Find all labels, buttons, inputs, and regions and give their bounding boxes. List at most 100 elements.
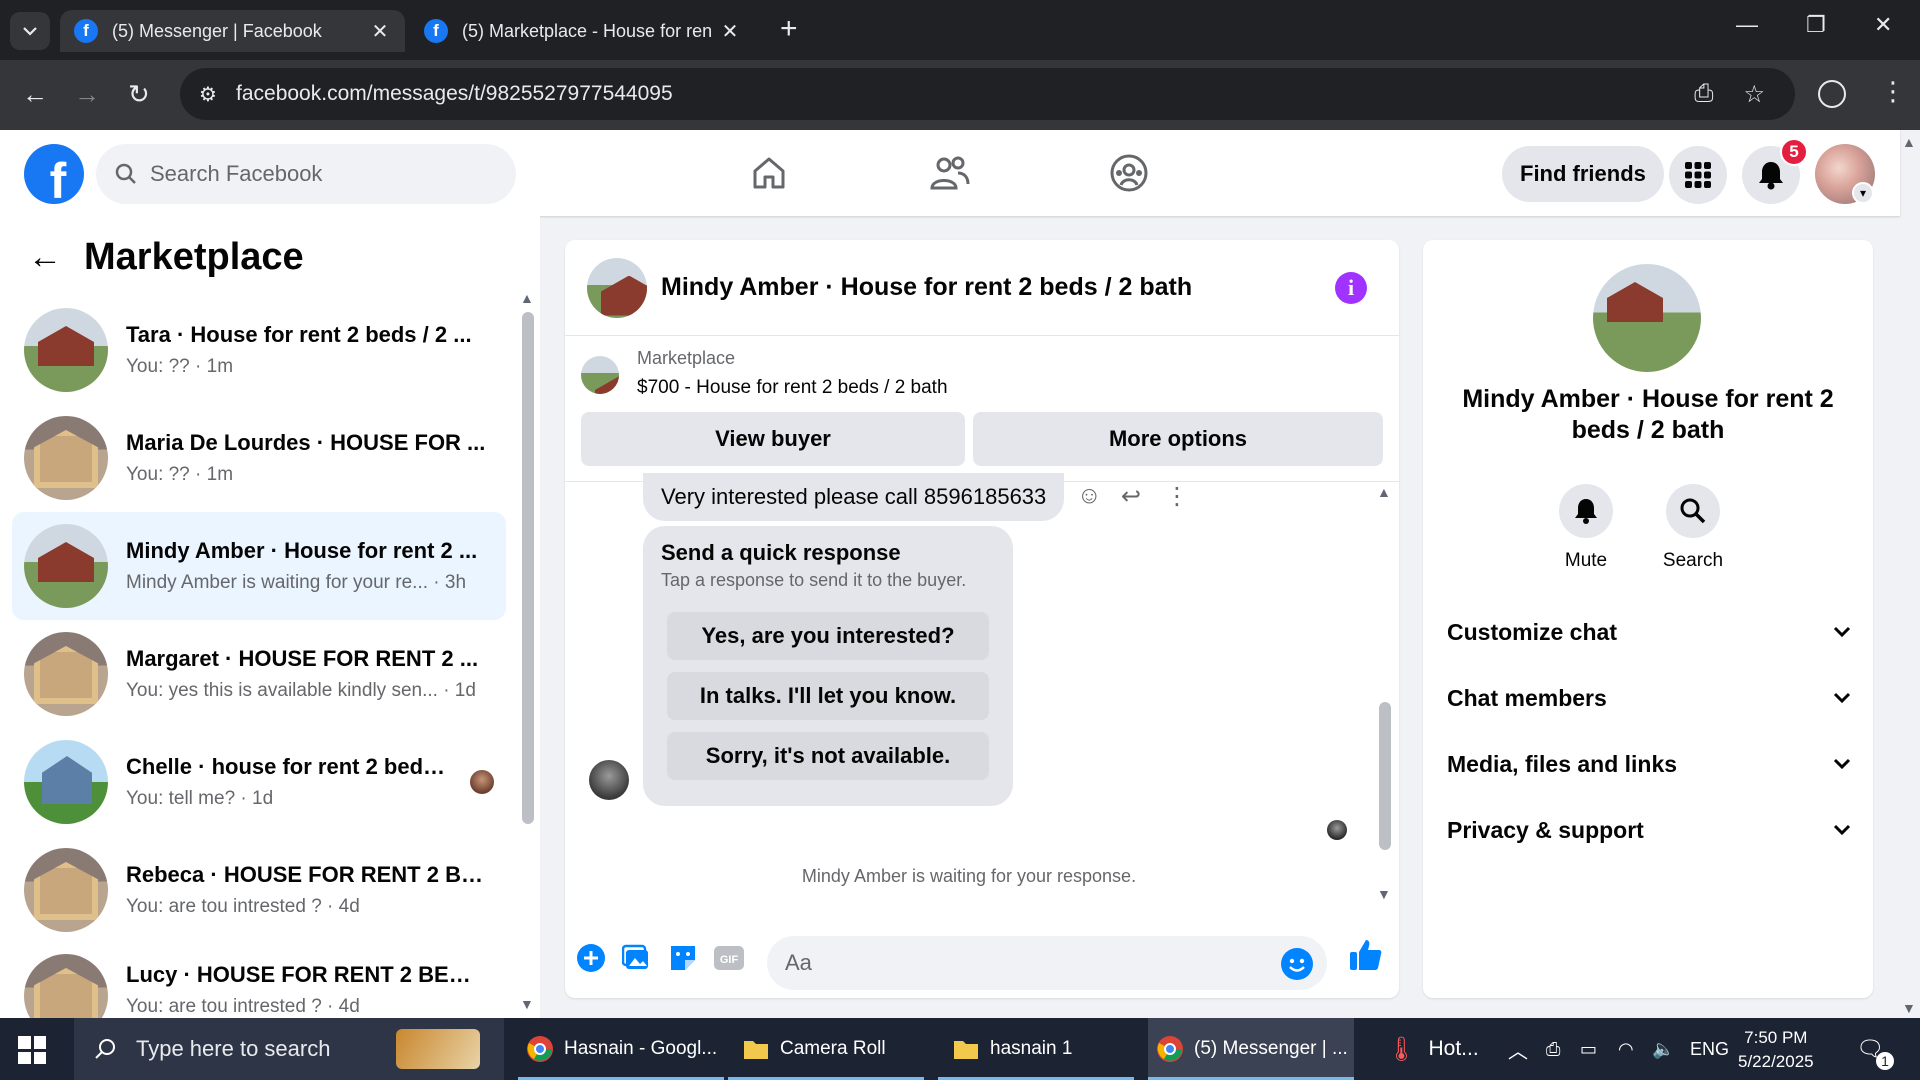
url-text[interactable]: facebook.com/messages/t/9825527977544095 — [236, 82, 1694, 106]
taskbar-camera-roll[interactable]: Camera Roll — [728, 1018, 924, 1080]
site-info-icon[interactable]: ⚙ — [180, 82, 236, 107]
view-buyer-button[interactable]: View buyer — [581, 412, 965, 466]
conversation-preview: You: are tou intrested ? · 4d — [126, 996, 360, 1017]
browser-tab-messenger[interactable]: f (5) Messenger | Facebook ✕ — [60, 10, 405, 52]
friends-nav-icon[interactable] — [924, 150, 974, 196]
browser-tab-marketplace[interactable]: f (5) Marketplace - House for ren ✕ — [410, 10, 755, 52]
conversation-item[interactable]: Rebeca · HOUSE FOR RENT 2 BE... You: are … — [12, 836, 506, 944]
conversation-item-selected[interactable]: Mindy Amber · House for rent 2 ... Mindy … — [12, 512, 506, 620]
windows-start-icon[interactable] — [18, 1036, 46, 1064]
photo-icon — [622, 944, 648, 969]
mute-action[interactable]: Mute — [1536, 484, 1636, 572]
scroll-up-arrow-icon[interactable]: ▲ — [520, 290, 534, 306]
account-chevron-icon[interactable]: ▾ — [1852, 182, 1874, 204]
taskbar-search-input[interactable] — [136, 1036, 396, 1062]
back-arrow-icon[interactable]: ← — [28, 238, 62, 277]
taskbar-hasnain-1-folder[interactable]: hasnain 1 — [938, 1018, 1134, 1080]
forward-icon[interactable]: → — [74, 80, 100, 108]
bookmark-star-icon[interactable]: ☆ — [1743, 80, 1765, 109]
menu-button[interactable] — [1669, 146, 1727, 204]
chat-members-section[interactable]: Chat members — [1447, 678, 1851, 718]
conversation-item[interactable]: Chelle · house for rent 2 beds ... You: t… — [12, 728, 506, 836]
attach-photo-button[interactable] — [621, 942, 653, 974]
search-input[interactable] — [150, 161, 450, 187]
tray-overflow-icon[interactable]: ︿ — [1508, 1018, 1528, 1080]
page-scroll-down-icon[interactable]: ▼ — [1902, 1000, 1916, 1016]
taskbar-chrome-messenger[interactable]: (5) Messenger | ... — [1148, 1018, 1354, 1080]
weather-widget[interactable]: 🌡 Hot... — [1386, 1018, 1479, 1080]
conversation-scrollbar[interactable] — [522, 312, 534, 824]
emoji-icon[interactable] — [1281, 948, 1313, 980]
minimize-icon[interactable]: — — [1736, 12, 1758, 38]
taskbar-chrome-hasnain[interactable]: Hasnain - Googl... — [518, 1018, 724, 1080]
thermometer-icon: 🌡 — [1386, 1035, 1417, 1063]
language-indicator[interactable]: ENG — [1690, 1018, 1729, 1080]
close-tab-icon[interactable]: ✕ — [369, 19, 391, 44]
sender-avatar[interactable] — [589, 760, 629, 800]
waiting-status: Mindy Amber is waiting for your response… — [801, 866, 1137, 886]
conversation-item[interactable]: Margaret · HOUSE FOR RENT 2 ... You: yes … — [12, 620, 506, 728]
facebook-logo[interactable]: f — [24, 144, 84, 204]
message-input-field[interactable] — [767, 936, 1327, 990]
scroll-down-arrow-icon[interactable]: ▼ — [520, 996, 534, 1012]
more-actions-icon[interactable]: ⋮ — [1165, 482, 1189, 511]
reload-icon[interactable]: ↻ — [128, 80, 150, 108]
taskbar-search[interactable] — [74, 1018, 504, 1080]
listing-avatar[interactable] — [1593, 264, 1701, 372]
gif-button[interactable]: GIF — [713, 942, 745, 974]
tab-search-button[interactable] — [10, 12, 50, 50]
meet-now-icon[interactable]: ⎙ — [1546, 1018, 1560, 1080]
page-scroll-up-icon[interactable]: ▲ — [1902, 134, 1916, 150]
address-bar[interactable]: ⚙ facebook.com/messages/t/98255279775440… — [180, 68, 1795, 120]
conversation-preview: You: ?? · 1m — [126, 356, 234, 377]
browser-menu-icon[interactable]: ⋮ — [1880, 76, 1906, 107]
quick-response-yes[interactable]: Yes, are you interested? — [667, 612, 989, 660]
windows-taskbar: Hasnain - Googl... Camera Roll hasnain 1… — [0, 1018, 1920, 1080]
conversation-item[interactable]: Lucy · HOUSE FOR RENT 2 BEDS... You: are … — [12, 944, 506, 1038]
reply-icon[interactable]: ↩ — [1121, 482, 1141, 511]
chat-title[interactable]: Mindy Amber · House for rent 2 beds / 2 … — [661, 273, 1192, 302]
battery-icon[interactable]: ▭ — [1580, 1018, 1597, 1080]
back-icon[interactable]: ← — [22, 80, 48, 108]
customize-chat-section[interactable]: Customize chat — [1447, 612, 1851, 652]
facebook-search[interactable] — [96, 144, 516, 204]
quick-response-not-available[interactable]: Sorry, it's not available. — [667, 732, 989, 780]
more-options-button[interactable]: More options — [973, 412, 1383, 466]
incoming-message[interactable]: Very interested please call 8596185633 — [643, 473, 1065, 521]
restore-icon[interactable]: ❐ — [1806, 12, 1826, 38]
home-nav-icon[interactable] — [744, 150, 794, 196]
listing-summary[interactable]: Marketplace $700 - House for rent 2 beds… — [581, 348, 948, 399]
sticker-button[interactable] — [667, 942, 699, 974]
like-send-button[interactable] — [1347, 936, 1385, 974]
media-files-links-section[interactable]: Media, files and links — [1447, 744, 1851, 784]
conversation-item[interactable]: Tara · House for rent 2 beds / 2 ... You:… — [12, 296, 506, 404]
privacy-support-section[interactable]: Privacy & support — [1447, 810, 1851, 850]
bell-icon — [1759, 162, 1783, 190]
taskbar-clock[interactable]: 7:50 PM 5/22/2025 — [1738, 1026, 1814, 1074]
chat-listing-thumbnail[interactable] — [587, 257, 647, 318]
close-tab-icon[interactable]: ✕ — [719, 19, 741, 44]
chat-scrollbar[interactable] — [1379, 702, 1391, 850]
conversation-name: Mindy Amber · House for rent 2 ... — [126, 538, 478, 563]
new-tab-icon[interactable]: + — [780, 14, 798, 44]
close-window-icon[interactable]: ✕ — [1874, 12, 1892, 38]
install-app-icon[interactable]: ⎙ — [1694, 80, 1713, 108]
message-input[interactable] — [785, 950, 1245, 976]
react-emoji-icon[interactable]: ☺ — [1077, 482, 1102, 510]
notification-center-icon[interactable]: 🗨 1 — [1856, 1018, 1894, 1080]
more-actions-plus-button[interactable] — [575, 942, 607, 974]
conversation-title: Mindy Amber · House for rent 2 beds / 2 … — [1462, 385, 1834, 444]
facebook-header: f Find friends 5 ▾ — [0, 130, 1900, 216]
scroll-up-arrow-icon[interactable]: ▲ — [1377, 484, 1391, 500]
browser-profile-icon[interactable] — [1818, 80, 1846, 108]
quick-response-in-talks[interactable]: In talks. I'll let you know. — [667, 672, 989, 720]
search-action[interactable]: Search — [1643, 484, 1743, 572]
volume-icon[interactable]: 🔈 — [1652, 1018, 1674, 1080]
groups-nav-icon[interactable] — [1104, 150, 1154, 196]
conversation-item[interactable]: Maria De Lourdes · HOUSE FOR ... You: ?? … — [12, 404, 506, 512]
scroll-down-arrow-icon[interactable]: ▼ — [1377, 886, 1391, 902]
message-composer: GIF — [565, 922, 1399, 998]
info-icon[interactable]: i — [1335, 272, 1367, 304]
find-friends-button[interactable]: Find friends — [1502, 146, 1664, 202]
wifi-icon[interactable]: ◠ — [1618, 1018, 1634, 1080]
